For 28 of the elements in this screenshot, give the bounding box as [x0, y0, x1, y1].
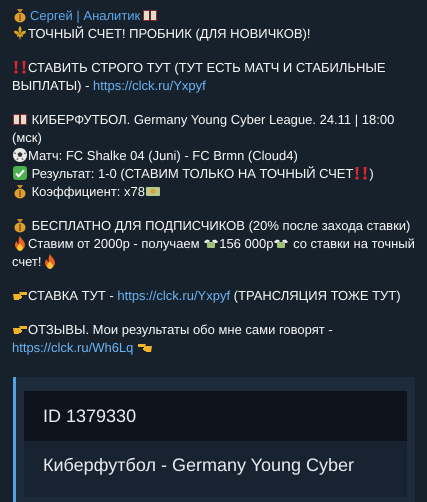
author-name[interactable]: Сергей | Аналитик	[28, 8, 142, 23]
message-line: Результат: 1-0 (СТАВИМ ТОЛЬКО НА ТОЧНЫЙ СЧЕТ )	[12, 165, 415, 183]
message-line: ТОЧНЫЙ СЧЕТ! ПРОБНИК (ДЛЯ НОВИЧКОВ)!	[12, 25, 415, 43]
url-link[interactable]: https://clck.ru/Yxpyf	[93, 78, 206, 93]
message-line: БЕСПЛАТНО ДЛЯ ПОДПИСЧИКОВ (20% после захода ставки)	[12, 217, 415, 235]
open-book-icon	[12, 111, 28, 127]
url-link[interactable]: https://clck.ru/Yxpyf	[117, 288, 230, 303]
money-bag-icon	[12, 7, 28, 23]
message-line: СТАВИТЬ СТРОГО ТУТ (ТУТ ЕСТЬ МАТЧ И СТАБИЛЬНЫЕ ВЫПЛАТЫ) - https://clck.ru/Yxpyf	[12, 59, 387, 95]
url-link[interactable]: https://clck.ru/Wh6Lq	[12, 340, 134, 355]
message-line: СТАВКА ТУТ - https://clck.ru/Yxpyf (ТРАНСЛЯЦИЯ ТОЖЕ ТУТ)	[12, 287, 415, 305]
message-line: КИБЕРФУТБОЛ. Germany Young Cyber League. 24.11 | 18:00 (мск)	[12, 111, 396, 147]
open-book-icon	[142, 7, 158, 23]
money-bag-icon	[12, 217, 28, 233]
preview-title: ID 1379330	[43, 405, 138, 428]
link-preview-card[interactable]: ID 1379330 Киберфутбол - Germany Young Cyber	[16, 377, 415, 502]
message-line: Коэффициент: x78	[12, 183, 415, 201]
double-exclamation-icon	[353, 165, 370, 181]
message-line: Матч: FC Shalke 04 (Juni) - FC Brmn (Cloud4)	[12, 147, 415, 165]
check-mark-icon	[12, 165, 28, 181]
soccer-ball-icon	[12, 147, 28, 163]
double-exclamation-icon	[12, 59, 28, 75]
fleur-de-lis-icon	[12, 25, 28, 41]
money-bag-icon	[12, 183, 28, 199]
message-line: Ставим от 2000р - получаем 156 000р со ставки на точный счет!	[12, 235, 415, 271]
flame-icon	[12, 235, 28, 251]
message-line: ОТЗЫВЫ. Мои результаты обо мне сами говорят - https://clck.ru/Wh6Lq	[12, 321, 334, 357]
preview-text: Киберфутбол - Germany Young Cyber	[24, 441, 407, 497]
